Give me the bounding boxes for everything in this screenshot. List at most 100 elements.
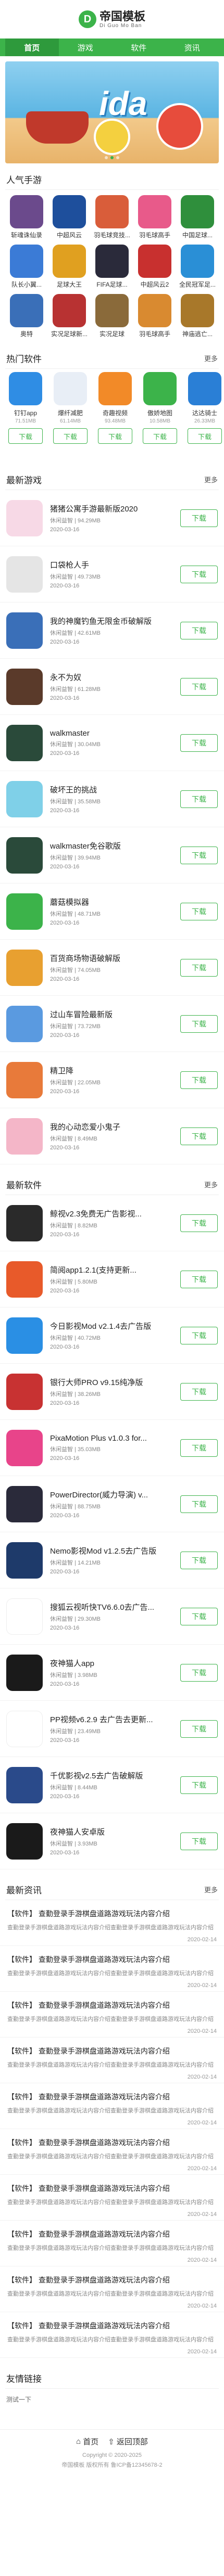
download-button[interactable]: 下载: [180, 621, 218, 639]
list-item[interactable]: 简阅app1.2.1(支持更新... 休闲益智 | 5.80MB 2020-03-1…: [0, 1251, 224, 1308]
friend-link[interactable]: 测试一下: [0, 2389, 224, 2410]
nav-games[interactable]: 游戏: [59, 39, 113, 56]
game-grid-item[interactable]: 羽毛球高手: [133, 294, 176, 338]
game-grid-item[interactable]: 全民冠军足...: [176, 245, 219, 289]
software-card[interactable]: 奇趣视频 93.48MB 下载: [95, 372, 135, 469]
list-item[interactable]: walkmaster 休闲益智 | 30.04MB 2020-03-16 下载: [0, 715, 224, 771]
news-item[interactable]: 【软件】 查勤登录手游棋盘道路游戏玩法内容介绍 查勤登录手游棋盘道路游戏玩法内容介…: [0, 2221, 224, 2266]
game-grid-item[interactable]: 奥特: [5, 294, 48, 338]
download-button[interactable]: 下载: [180, 1720, 218, 1738]
news-title[interactable]: 【软件】 查勤登录手游棋盘道路游戏玩法内容介绍: [7, 2183, 217, 2194]
game-grid-item[interactable]: 队长小翼...: [5, 245, 48, 289]
list-item[interactable]: 千优影视v2.5去广告破解版 休闲益智 | 8.44MB 2020-03-16 下载: [0, 1757, 224, 1813]
list-item[interactable]: 今日影视Mod v2.1.4去广告版 休闲益智 | 40.72MB 2020-03-…: [0, 1308, 224, 1364]
news-item[interactable]: 【软件】 查勤登录手游棋盘道路游戏玩法内容介绍 查勤登录手游棋盘道路游戏玩法内容介…: [0, 2083, 224, 2129]
list-item[interactable]: 我的神魔钓鱼无限金币破解版 休闲益智 | 42.61MB 2020-03-16 下载: [0, 603, 224, 659]
news-title[interactable]: 【软件】 查勤登录手游棋盘道路游戏玩法内容介绍: [7, 2046, 217, 2056]
banner-carousel[interactable]: ida: [5, 61, 219, 163]
footer-home-link[interactable]: ⌂ 首页: [76, 2436, 98, 2447]
list-item[interactable]: 猪猪公寓手游最新版2020 休闲益智 | 94.29MB 2020-03-16 下载: [0, 490, 224, 546]
list-item[interactable]: PixaMotion Plus v1.0.3 for... 休闲益智 | 35.0…: [0, 1420, 224, 1476]
game-grid-item[interactable]: 羽毛球竞技...: [91, 195, 133, 239]
list-item[interactable]: 百货商场物语破解版 休闲益智 | 74.05MB 2020-03-16 下载: [0, 940, 224, 996]
game-grid-item[interactable]: 中超风云: [48, 195, 91, 239]
download-button[interactable]: 下载: [180, 1326, 218, 1344]
download-button[interactable]: 下载: [180, 902, 218, 920]
list-item[interactable]: 破坏王的挑战 休闲益智 | 35.58MB 2020-03-16 下载: [0, 771, 224, 827]
news-title[interactable]: 【软件】 查勤登录手游棋盘道路游戏玩法内容介绍: [7, 1908, 217, 1919]
download-button[interactable]: 下载: [8, 428, 43, 444]
hot-software-row[interactable]: 钉钉app 71.51MB 下载 爆纤减肥 61.14MB 下载 奇趣视频 93.48MB 下载…: [0, 369, 224, 469]
game-grid-item[interactable]: 神庙逃亡...: [176, 294, 219, 338]
download-button[interactable]: 下载: [143, 428, 177, 444]
game-grid-item[interactable]: FIFA足球...: [91, 245, 133, 289]
download-button[interactable]: 下载: [180, 1607, 218, 1625]
software-card[interactable]: 达达骑士 26.33MB 下载: [184, 372, 224, 469]
news-item[interactable]: 【软件】 查勤登录手游棋盘道路游戏玩法内容介绍 查勤登录手游棋盘道路游戏玩法内容介…: [0, 2175, 224, 2221]
more-link[interactable]: 更多: [204, 353, 218, 363]
download-button[interactable]: 下载: [180, 958, 218, 977]
download-button[interactable]: 下载: [180, 1663, 218, 1682]
news-item[interactable]: 【软件】 查勤登录手游棋盘道路游戏玩法内容介绍 查勤登录手游棋盘道路游戏玩法内容介…: [0, 1946, 224, 1992]
list-item[interactable]: 银行大师PRO v9.15纯净版 休闲益智 | 38.26MB 2020-03-16…: [0, 1364, 224, 1420]
download-button[interactable]: 下载: [180, 1495, 218, 1513]
download-button[interactable]: 下载: [98, 428, 132, 444]
download-button[interactable]: 下载: [180, 1832, 218, 1850]
list-item[interactable]: 永不为奴 休闲益智 | 61.28MB 2020-03-16 下载: [0, 659, 224, 715]
download-button[interactable]: 下载: [180, 734, 218, 752]
news-title[interactable]: 【软件】 查勤登录手游棋盘道路游戏玩法内容介绍: [7, 1954, 217, 1965]
software-card[interactable]: 傲娇地图 10.58MB 下载: [140, 372, 180, 469]
list-item[interactable]: 夜神猫人安卓版 休闲益智 | 3.93MB 2020-03-16 下载: [0, 1813, 224, 1869]
news-title[interactable]: 【软件】 查勤登录手游棋盘道路游戏玩法内容介绍: [7, 2321, 217, 2331]
site-logo[interactable]: D 帝国模板 Di Guo Mo Ban: [78, 10, 145, 29]
download-button[interactable]: 下载: [180, 790, 218, 808]
download-button[interactable]: 下载: [180, 1127, 218, 1145]
download-button[interactable]: 下载: [180, 565, 218, 583]
game-grid-item[interactable]: 足球大王: [48, 245, 91, 289]
list-item[interactable]: Nemo影视Mod v1.2.5去广告版 休闲益智 | 14.21MB 2020-0…: [0, 1532, 224, 1588]
software-card[interactable]: 爆纤减肥 61.14MB 下载: [50, 372, 91, 469]
download-button[interactable]: 下载: [180, 1776, 218, 1794]
download-button[interactable]: 下载: [180, 509, 218, 527]
download-button[interactable]: 下载: [180, 1439, 218, 1457]
news-item[interactable]: 【软件】 查勤登录手游棋盘道路游戏玩法内容介绍 查勤登录手游棋盘道路游戏玩法内容介…: [0, 2129, 224, 2175]
nav-software[interactable]: 软件: [112, 39, 166, 56]
news-item[interactable]: 【软件】 查勤登录手游棋盘道路游戏玩法内容介绍 查勤登录手游棋盘道路游戏玩法内容介…: [0, 2037, 224, 2083]
footer-back-top-link[interactable]: ⇧ 返回顶部: [108, 2436, 148, 2447]
list-item[interactable]: 夜神猫人app 休闲益智 | 3.98MB 2020-03-16 下载: [0, 1645, 224, 1701]
download-button[interactable]: 下载: [180, 1270, 218, 1288]
carousel-dot[interactable]: [116, 156, 119, 159]
download-button[interactable]: 下载: [180, 677, 218, 696]
download-button[interactable]: 下载: [180, 1382, 218, 1401]
list-item[interactable]: 蘑菇模拟器 休闲益智 | 48.71MB 2020-03-16 下载: [0, 883, 224, 940]
news-item[interactable]: 【软件】 查勤登录手游棋盘道路游戏玩法内容介绍 查勤登录手游棋盘道路游戏玩法内容介…: [0, 2312, 224, 2358]
news-title[interactable]: 【软件】 查勤登录手游棋盘道路游戏玩法内容介绍: [7, 2092, 217, 2102]
game-grid-item[interactable]: 实况足球: [91, 294, 133, 338]
list-item[interactable]: PowerDirector(威力导演) v... 休闲益智 | 88.75MB 20…: [0, 1476, 224, 1532]
news-item[interactable]: 【软件】 查勤登录手游棋盘道路游戏玩法内容介绍 查勤登录手游棋盘道路游戏玩法内容介…: [0, 1992, 224, 2037]
download-button[interactable]: 下载: [180, 1015, 218, 1033]
news-title[interactable]: 【软件】 查勤登录手游棋盘道路游戏玩法内容介绍: [7, 2275, 217, 2285]
carousel-dot[interactable]: [105, 156, 108, 159]
list-item[interactable]: 口袋枪人手 休闲益智 | 49.73MB 2020-03-16 下载: [0, 546, 224, 603]
game-grid-item[interactable]: 羽毛球高手: [133, 195, 176, 239]
news-title[interactable]: 【软件】 查勤登录手游棋盘道路游戏玩法内容介绍: [7, 2229, 217, 2239]
download-button[interactable]: 下载: [180, 1071, 218, 1089]
carousel-dot-active[interactable]: [110, 156, 114, 159]
list-item[interactable]: 鲸视v2.3免费无广告影视... 休闲益智 | 8.82MB 2020-03-16 下…: [0, 1195, 224, 1251]
list-item[interactable]: 过山车冒险最新版 休闲益智 | 73.72MB 2020-03-16 下载: [0, 996, 224, 1052]
download-button[interactable]: 下载: [180, 846, 218, 864]
list-item[interactable]: walkmaster免谷歌版 休闲益智 | 39.94MB 2020-03-16 下载: [0, 827, 224, 883]
news-item[interactable]: 【软件】 查勤登录手游棋盘道路游戏玩法内容介绍 查勤登录手游棋盘道路游戏玩法内容介…: [0, 2266, 224, 2312]
software-card[interactable]: 钉钉app 71.51MB 下载: [5, 372, 46, 469]
game-grid-item[interactable]: 斩魂诛仙录: [5, 195, 48, 239]
nav-home[interactable]: 首页: [5, 39, 59, 56]
list-item[interactable]: 我的心动恋爱小鬼子 休闲益智 | 8.49MB 2020-03-16 下载: [0, 1108, 224, 1164]
nav-news[interactable]: 资讯: [166, 39, 219, 56]
list-item[interactable]: PP视频v6.2.9 去广告去更新... 休闲益智 | 23.49MB 2020-0…: [0, 1701, 224, 1757]
more-link[interactable]: 更多: [204, 1885, 218, 1894]
news-title[interactable]: 【软件】 查勤登录手游棋盘道路游戏玩法内容介绍: [7, 2137, 217, 2148]
news-title[interactable]: 【软件】 查勤登录手游棋盘道路游戏玩法内容介绍: [7, 2000, 217, 2010]
news-item[interactable]: 【软件】 查勤登录手游棋盘道路游戏玩法内容介绍 查勤登录手游棋盘道路游戏玩法内容介…: [0, 1900, 224, 1946]
more-link[interactable]: 更多: [204, 1180, 218, 1189]
